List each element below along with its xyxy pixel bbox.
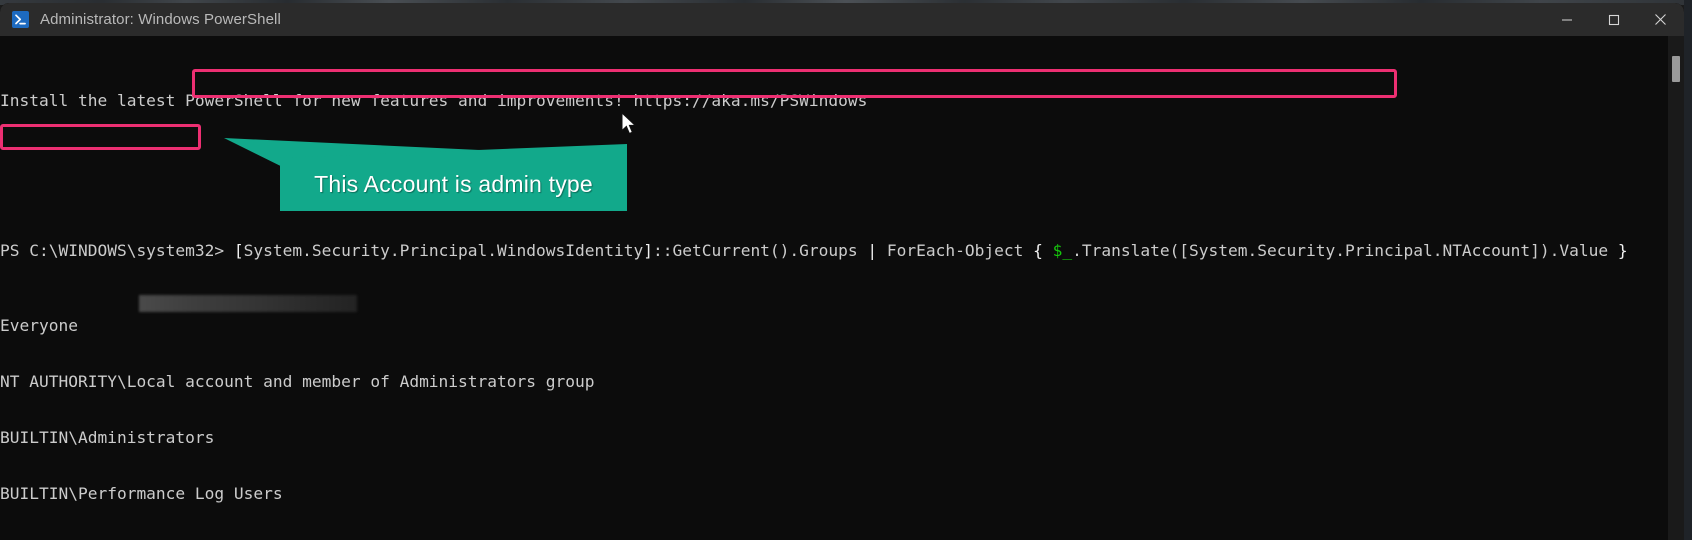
cmd-close-bracket: ]	[643, 240, 653, 260]
banner-line: Install the latest PowerShell for new fe…	[0, 91, 1628, 111]
window-controls	[1543, 3, 1684, 36]
cmd-open-bracket: [	[233, 240, 244, 260]
powershell-window: Administrator: Windows PowerShell Instal…	[0, 3, 1684, 540]
title-bar[interactable]: Administrator: Windows PowerShell	[0, 3, 1684, 36]
cmd-translate: .Translate([System.Security.Principal.NT…	[1072, 240, 1609, 260]
close-icon	[1655, 14, 1666, 25]
maximize-icon	[1608, 14, 1619, 25]
window-title: Administrator: Windows PowerShell	[40, 11, 281, 28]
command-line: PS C:\WINDOWS\system32> [System.Security…	[0, 240, 1628, 261]
output-line: BUILTIN\Performance Log Users	[0, 483, 283, 503]
console-text: Install the latest PowerShell for new fe…	[0, 36, 1628, 540]
prompt-text: PS C:\WINDOWS\system32>	[0, 240, 225, 260]
output-line: NT AUTHORITY\Local account and member of…	[0, 371, 595, 391]
minimize-button[interactable]	[1543, 3, 1590, 36]
output-line: Everyone	[0, 315, 78, 335]
cmd-open-brace: {	[1033, 240, 1043, 260]
maximize-button[interactable]	[1590, 3, 1637, 36]
minimize-icon	[1561, 18, 1572, 21]
close-button[interactable]	[1637, 3, 1684, 36]
banner-text: Install the latest PowerShell for new fe…	[0, 91, 868, 111]
cmd-pipe: |	[867, 240, 878, 260]
cmd-foreach: ForEach-Object	[886, 240, 1024, 260]
cmd-type-name: System.Security.Principal.WindowsIdentit…	[243, 240, 644, 260]
desktop-background-right	[1684, 0, 1692, 540]
vertical-scrollbar[interactable]	[1668, 36, 1684, 540]
mouse-cursor	[621, 112, 637, 135]
scrollbar-thumb[interactable]	[1672, 56, 1680, 82]
cmd-method: ::GetCurrent().Groups	[652, 240, 858, 260]
output-line-administrators: BUILTIN\Administrators	[0, 427, 215, 447]
cmd-close-brace: }	[1617, 240, 1628, 260]
redacted-username-block	[139, 295, 357, 312]
terminal-output-area[interactable]: Install the latest PowerShell for new fe…	[0, 36, 1684, 540]
cmd-dollar-underscore: $_	[1052, 240, 1073, 260]
powershell-icon	[12, 11, 29, 28]
